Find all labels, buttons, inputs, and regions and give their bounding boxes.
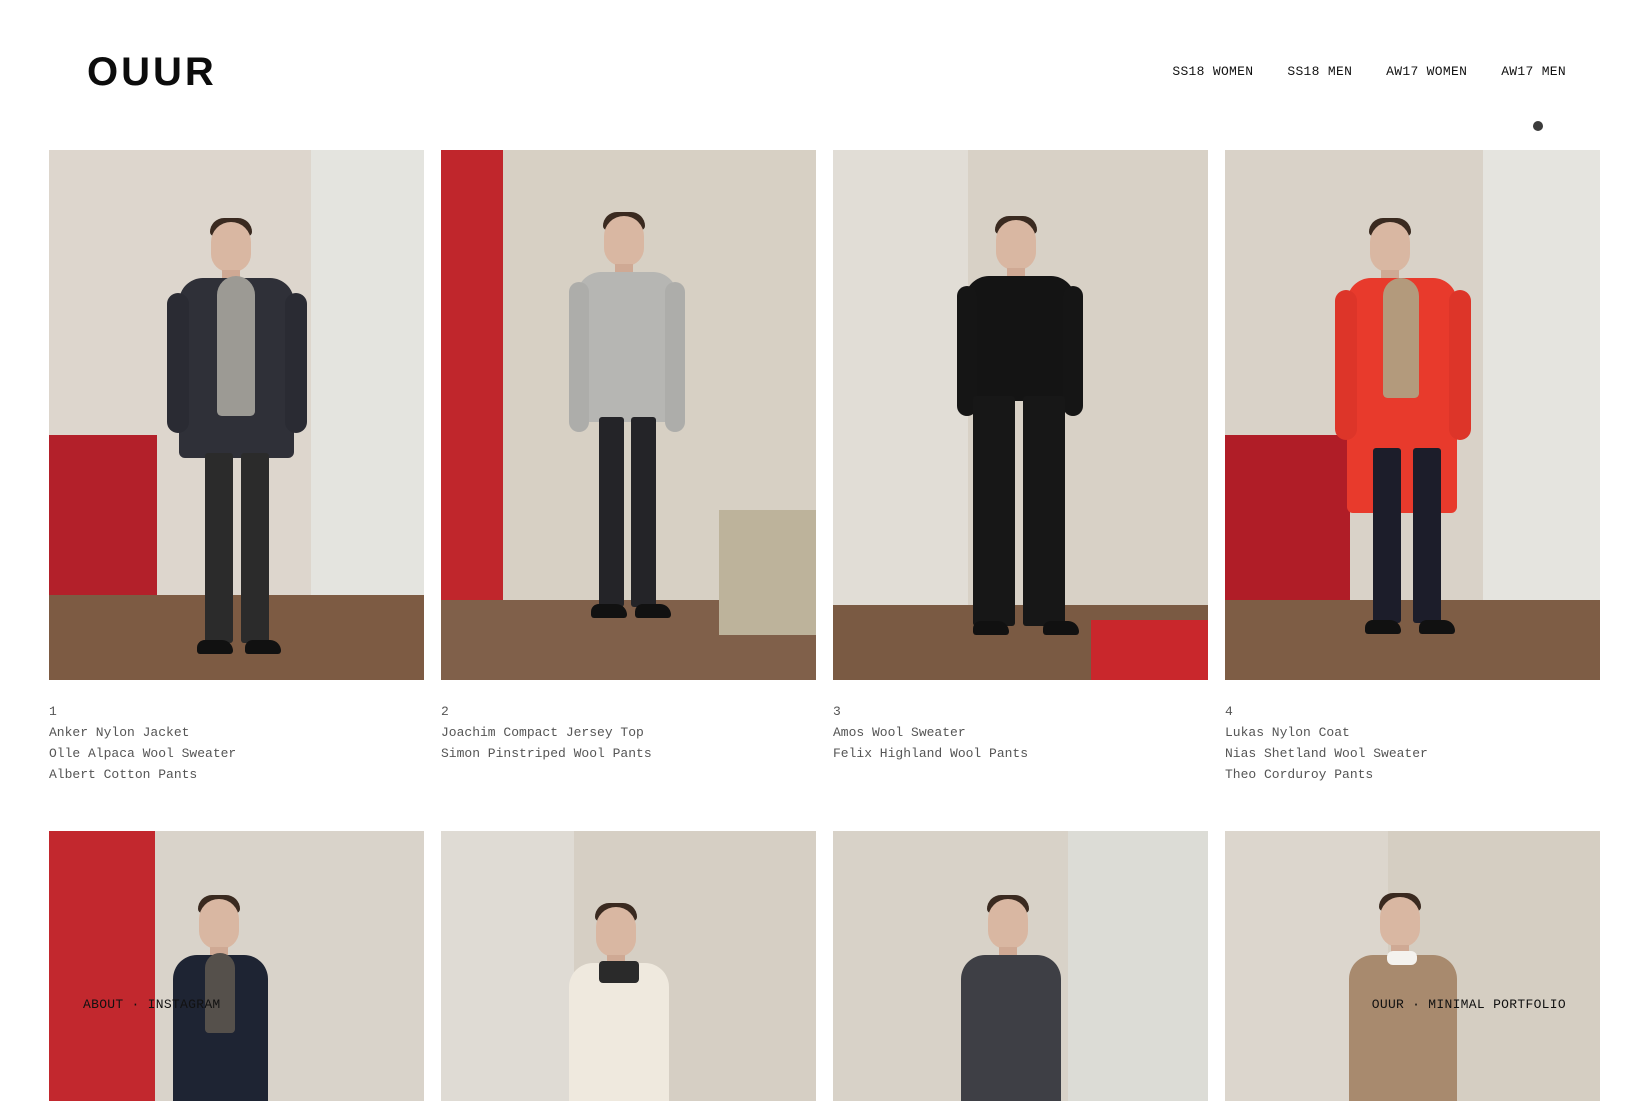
nav-ss18-men[interactable]: SS18 MEN [1287, 64, 1352, 79]
look-number: 1 [49, 704, 57, 719]
look-caption: 2 Joachim Compact Jersey Top Simon Pinst… [441, 701, 816, 764]
nav-aw17-women[interactable]: AW17 WOMEN [1386, 64, 1467, 79]
look-photo[interactable] [1225, 831, 1600, 1101]
product-name[interactable]: Joachim Compact Jersey Top [441, 722, 816, 743]
look-photo[interactable] [833, 831, 1208, 1101]
site-name: OUUR [1371, 997, 1405, 1012]
product-name[interactable]: Simon Pinstriped Wool Pants [441, 743, 816, 764]
look-card-3: 3 Amos Wool Sweater Felix Highland Wool … [833, 150, 1208, 764]
look-photo[interactable] [1225, 150, 1600, 680]
product-name[interactable]: Theo Corduroy Pants [1225, 764, 1600, 785]
collection-nav: SS18 WOMEN SS18 MEN AW17 WOMEN AW17 MEN [1172, 64, 1566, 79]
look-photo[interactable] [49, 831, 424, 1101]
look-photo[interactable] [49, 150, 424, 680]
product-name[interactable]: Lukas Nylon Coat [1225, 722, 1600, 743]
site-tagline: MINIMAL PORTFOLIO [1428, 997, 1566, 1012]
active-indicator-dot [1533, 121, 1543, 131]
look-card-7 [833, 831, 1208, 1101]
footer-credit: OUUR · MINIMAL PORTFOLIO [1372, 997, 1566, 1012]
look-card-8 [1225, 831, 1600, 1101]
instagram-link[interactable]: INSTAGRAM [148, 997, 221, 1012]
footer-separator: · [131, 997, 140, 1012]
nav-aw17-men[interactable]: AW17 MEN [1501, 64, 1566, 79]
look-photo[interactable] [833, 150, 1208, 680]
look-card-1: 1 Anker Nylon Jacket Olle Alpaca Wool Sw… [49, 150, 424, 785]
look-photo[interactable] [441, 831, 816, 1101]
product-name[interactable]: Nias Shetland Wool Sweater [1225, 743, 1600, 764]
look-number: 4 [1225, 704, 1233, 719]
nav-ss18-women[interactable]: SS18 WOMEN [1172, 64, 1253, 79]
look-number: 3 [833, 704, 841, 719]
look-photo[interactable] [441, 150, 816, 680]
look-caption: 3 Amos Wool Sweater Felix Highland Wool … [833, 701, 1208, 764]
product-name[interactable]: Olle Alpaca Wool Sweater [49, 743, 424, 764]
footer-separator: · [1412, 997, 1421, 1012]
look-card-4: 4 Lukas Nylon Coat Nias Shetland Wool Sw… [1225, 150, 1600, 785]
look-caption: 4 Lukas Nylon Coat Nias Shetland Wool Sw… [1225, 701, 1600, 785]
product-name[interactable]: Anker Nylon Jacket [49, 722, 424, 743]
look-card-6 [441, 831, 816, 1101]
look-caption: 1 Anker Nylon Jacket Olle Alpaca Wool Sw… [49, 701, 424, 785]
look-number: 2 [441, 704, 449, 719]
look-card-5 [49, 831, 424, 1101]
product-name[interactable]: Albert Cotton Pants [49, 764, 424, 785]
about-link[interactable]: ABOUT [83, 997, 124, 1012]
brand-logo[interactable]: OUUR [87, 50, 217, 95]
look-card-2: 2 Joachim Compact Jersey Top Simon Pinst… [441, 150, 816, 764]
product-name[interactable]: Felix Highland Wool Pants [833, 743, 1208, 764]
footer-links: ABOUT · INSTAGRAM [83, 997, 221, 1012]
product-name[interactable]: Amos Wool Sweater [833, 722, 1208, 743]
